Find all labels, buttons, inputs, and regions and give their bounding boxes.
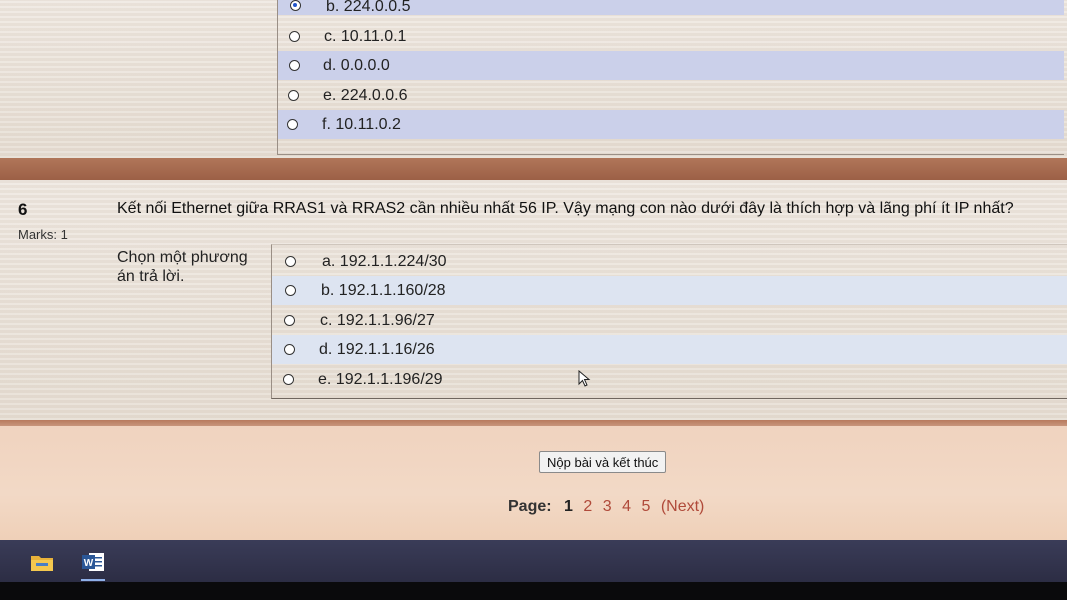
- page-link-3[interactable]: 3: [603, 498, 612, 515]
- answer-option[interactable]: d. 0.0.0.0: [278, 51, 1064, 80]
- page-link-4[interactable]: 4: [622, 498, 631, 515]
- answer-option[interactable]: c. 10.11.0.1: [278, 22, 1064, 51]
- quiz-footer: Nộp bài và kết thúc Page: 1 2 3 4 5 (Nex…: [0, 426, 1067, 540]
- answer-label: e. 192.1.1.196/29: [318, 371, 443, 388]
- radio-icon[interactable]: [285, 285, 296, 296]
- word-icon: W: [82, 553, 104, 571]
- file-explorer-icon: [31, 556, 53, 571]
- question-5-answer-list: b. 224.0.0.5 c. 10.11.0.1 d. 0.0.0.0 e. …: [277, 0, 1064, 155]
- svg-text:W: W: [84, 558, 94, 569]
- answer-label: d. 0.0.0.0: [323, 57, 390, 74]
- active-app-indicator: [81, 579, 105, 581]
- radio-icon[interactable]: [285, 256, 296, 267]
- mouse-pointer-icon: [578, 370, 591, 387]
- page-link-2[interactable]: 2: [583, 498, 592, 515]
- answer-option[interactable]: d. 192.1.1.16/26: [272, 335, 1067, 364]
- radio-selected-icon[interactable]: [290, 0, 301, 11]
- question-6-block: 6 Marks: 1 Kết nối Ethernet giữa RRAS1 v…: [0, 180, 1067, 420]
- answer-option[interactable]: f. 10.11.0.2: [278, 110, 1064, 139]
- answer-label: b. 192.1.1.160/28: [321, 282, 446, 299]
- taskbar-file-explorer[interactable]: [26, 546, 58, 578]
- answer-prompt: Chọn một phương án trả lời.: [117, 249, 248, 285]
- answer-option[interactable]: e. 192.1.1.196/29: [272, 365, 1067, 394]
- page-label: Page:: [508, 498, 552, 515]
- current-page: 1: [564, 498, 573, 515]
- answer-label: a. 192.1.1.224/30: [322, 253, 447, 270]
- answer-label: c. 192.1.1.96/27: [320, 312, 435, 329]
- answer-label: b. 224.0.0.5: [326, 0, 411, 15]
- page-navigation: Page: 1 2 3 4 5 (Next): [508, 498, 710, 516]
- radio-icon[interactable]: [284, 315, 295, 326]
- answer-option[interactable]: e. 224.0.0.6: [278, 81, 1064, 110]
- radio-icon[interactable]: [288, 90, 299, 101]
- question-6-answer-list: a. 192.1.1.224/30 b. 192.1.1.160/28 c. 1…: [271, 244, 1067, 399]
- radio-icon[interactable]: [287, 119, 298, 130]
- question-marks: Marks: 1: [18, 227, 68, 242]
- answer-option[interactable]: a. 192.1.1.224/30: [272, 247, 1067, 276]
- answer-label: f. 10.11.0.2: [322, 116, 401, 133]
- answer-option[interactable]: b. 224.0.0.5: [278, 0, 1064, 15]
- answer-option[interactable]: b. 192.1.1.160/28: [272, 276, 1067, 305]
- answer-label: e. 224.0.0.6: [323, 87, 408, 104]
- answer-label: c. 10.11.0.1: [324, 28, 407, 45]
- radio-icon[interactable]: [283, 374, 294, 385]
- taskbar: W: [0, 540, 1067, 582]
- question-text: Kết nối Ethernet giữa RRAS1 và RRAS2 cần…: [117, 200, 1014, 217]
- radio-icon[interactable]: [289, 60, 300, 71]
- next-page-link[interactable]: (Next): [661, 498, 705, 515]
- radio-icon[interactable]: [284, 344, 295, 355]
- answer-option[interactable]: c. 192.1.1.96/27: [272, 306, 1067, 335]
- answer-label: d. 192.1.1.16/26: [319, 341, 435, 358]
- page-link-5[interactable]: 5: [641, 498, 650, 515]
- question-5-block: b. 224.0.0.5 c. 10.11.0.1 d. 0.0.0.0 e. …: [0, 0, 1067, 158]
- screen-bezel: [0, 582, 1067, 600]
- submit-finish-button[interactable]: Nộp bài và kết thúc: [539, 451, 667, 473]
- question-separator: [0, 158, 1067, 180]
- taskbar-word[interactable]: W: [77, 546, 109, 581]
- question-number: 6: [18, 200, 28, 219]
- radio-icon[interactable]: [289, 31, 300, 42]
